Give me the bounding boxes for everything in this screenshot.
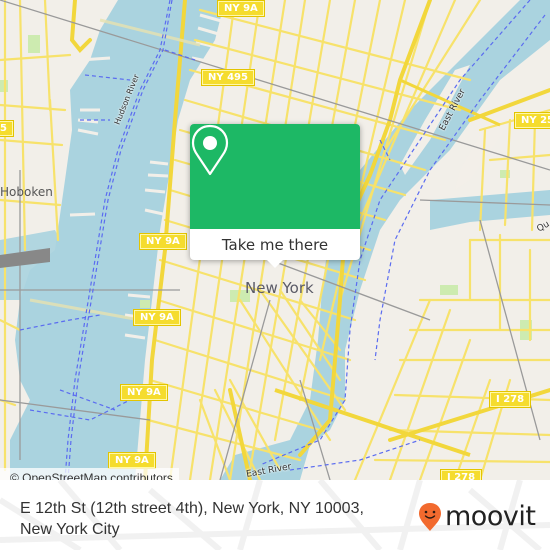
place-label-hoboken: Hoboken bbox=[0, 185, 53, 199]
footer: E 12th St (12th street 4th), New York, N… bbox=[0, 480, 550, 550]
brand-name: moovit bbox=[445, 501, 536, 532]
popup-header[interactable] bbox=[190, 124, 360, 229]
road-shield: I 278 bbox=[490, 392, 531, 407]
road-shield: NY 25 bbox=[515, 113, 550, 128]
road-shield: NY 9A bbox=[140, 234, 186, 249]
destination-address: E 12th St (12th street 4th), New York, N… bbox=[20, 498, 420, 540]
map-view[interactable]: NY 9A NY 495 NY 25 NY 9A NY 9A NY 9A NY … bbox=[0, 0, 550, 480]
moovit-pin-icon bbox=[419, 503, 441, 531]
road-shield: NY 9A bbox=[218, 1, 264, 16]
address-line-2: New York City bbox=[20, 521, 120, 538]
address-line-1: E 12th St (12th street 4th), New York, N… bbox=[20, 500, 364, 517]
take-me-there-button[interactable]: Take me there bbox=[190, 229, 360, 260]
road-shield: NY 9A bbox=[121, 385, 167, 400]
location-pin-icon bbox=[191, 124, 229, 176]
destination-popup: Take me there bbox=[190, 124, 360, 268]
road-shield: 5 bbox=[0, 121, 13, 136]
road-shield: I 278 bbox=[441, 470, 482, 480]
road-shield: NY 495 bbox=[202, 70, 254, 85]
popup-caret bbox=[267, 260, 283, 268]
road-shield: NY 9A bbox=[134, 310, 180, 325]
moovit-logo[interactable]: moovit bbox=[418, 501, 536, 532]
place-label-new-york: New York bbox=[245, 279, 314, 297]
road-shield: NY 9A bbox=[109, 453, 155, 468]
map-attribution[interactable]: © OpenStreetMap contributors bbox=[0, 468, 179, 480]
